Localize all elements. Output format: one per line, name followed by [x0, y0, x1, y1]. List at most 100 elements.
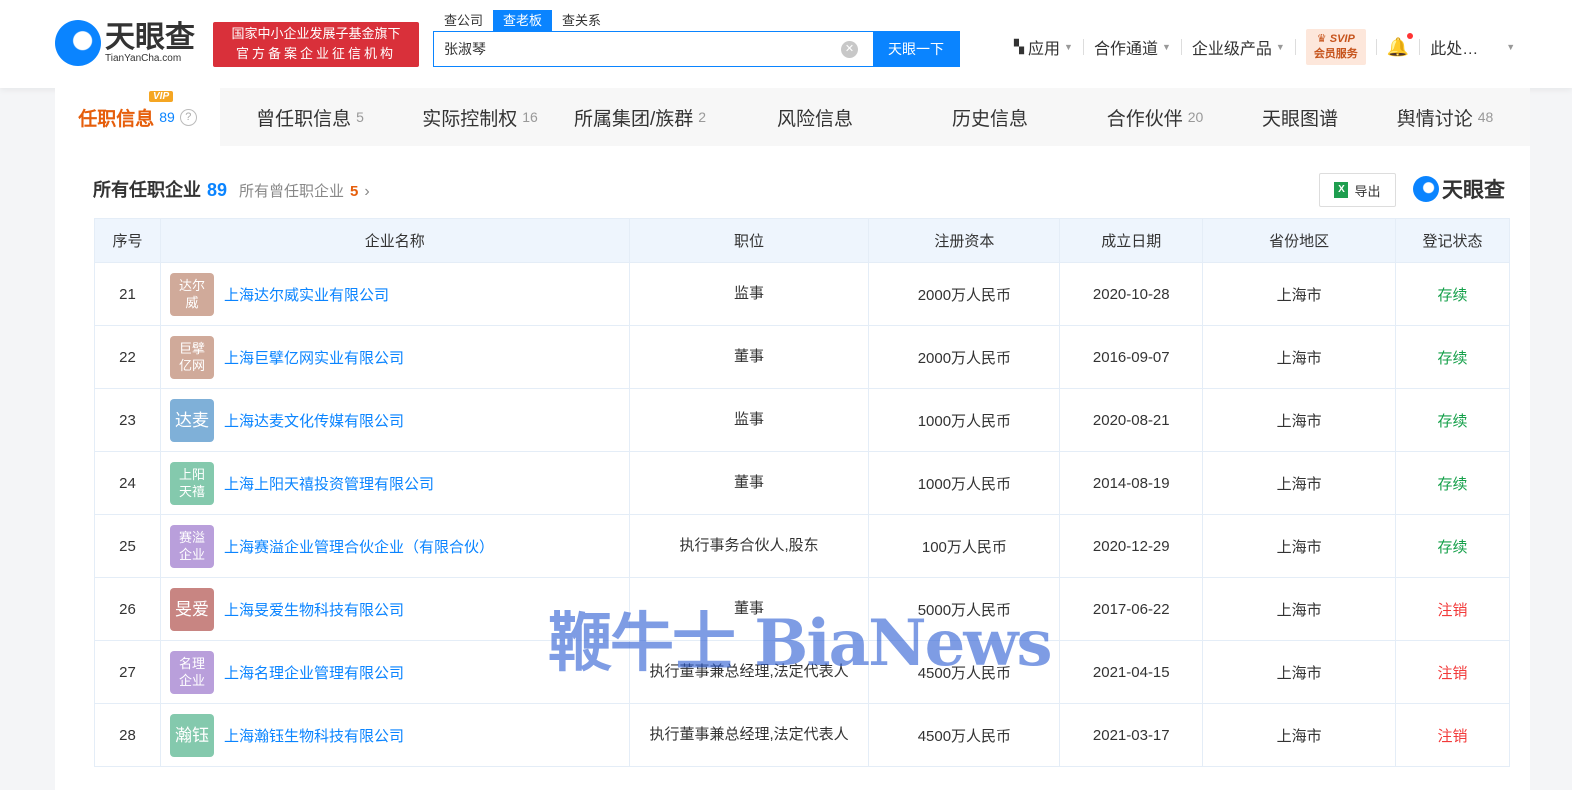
tab-group[interactable]: 所属集团/族群 2: [560, 88, 720, 146]
table-row: 21 达尔威上海达尔威实业有限公司 监事 2000万人民币 2020-10-28…: [94, 262, 1510, 326]
row-number: 25: [94, 514, 161, 578]
region: 上海市: [1202, 577, 1397, 641]
founding-date: 2016-09-07: [1059, 325, 1204, 389]
nav-partner[interactable]: 合作通道 ▼: [1094, 35, 1171, 59]
logo-icon: [1413, 176, 1439, 202]
position: 董事: [628, 451, 870, 515]
tab-label: 舆情讨论: [1396, 108, 1473, 130]
position: 执行董事兼总经理,法定代表人: [628, 640, 870, 704]
help-icon[interactable]: ?: [179, 108, 197, 126]
caret-down-icon: ▼: [1506, 42, 1516, 52]
content-card: 任职信息 89? VIP 曾任职信息 5 实际控制权 16 所属集团/族群 2 风险信息 …: [55, 88, 1530, 790]
registered-capital: 2000万人民币: [868, 262, 1061, 326]
tab-history[interactable]: 历史信息: [910, 88, 1070, 146]
company-link[interactable]: 上海达尔威实业有限公司: [224, 284, 389, 305]
status-badge: 存续: [1395, 451, 1510, 515]
tab-label: 实际控制权: [422, 108, 518, 130]
vip-badge: VIP: [149, 91, 174, 102]
company-cell: 瀚钰 上海瀚钰生物科技有限公司: [159, 703, 630, 767]
founding-date: 2020-12-29: [1059, 514, 1204, 578]
registered-capital: 4500万人民币: [868, 640, 1061, 704]
banner-line: 官方备案企业征信机构: [235, 46, 396, 61]
positions-table: 序号 企业名称 职位 注册资本 成立日期 省份地区 登记状态 21 达尔威上海达尔威实业有限…: [94, 218, 1510, 767]
search-tab-company[interactable]: 查公司: [434, 10, 493, 31]
table-row: 22 巨擘 亿网 上海巨擘亿网实业有限公司 董事 2000万人民币 2016-09-…: [94, 325, 1510, 389]
position: 董事: [628, 577, 870, 641]
former-link[interactable]: 所有曾任职企业: [239, 180, 344, 201]
company-logo: 达尔威: [169, 272, 214, 316]
grid-icon: ▚: [1014, 39, 1024, 54]
nav-label: 应用: [1028, 41, 1061, 58]
row-number: 22: [94, 325, 161, 389]
former-count[interactable]: 5: [350, 183, 358, 200]
table-row: 27 名理 企业 上海名理企业管理有限公司 执行董事兼总经理,法定代表人 4500万…: [94, 640, 1510, 704]
tab-label: 曾任职信息: [256, 108, 352, 130]
clear-icon[interactable]: ✕: [841, 41, 858, 58]
founding-date: 2020-08-21: [1059, 388, 1204, 452]
logo-text: 天眼查: [105, 20, 195, 54]
table-row: 23 达麦 上海达麦文化传媒有限公司 监事 1000万人民币 2020-08-21…: [94, 388, 1510, 452]
company-link[interactable]: 上海上阳天禧投资管理有限公司: [224, 473, 434, 494]
tab-former-positions[interactable]: 曾任职信息 5: [220, 88, 400, 146]
search-tab-boss[interactable]: 查老板: [493, 10, 553, 31]
official-banner: 国家中小企业发展子基金旗下 官方备案企业征信机构: [213, 22, 419, 67]
tab-count: 89: [159, 109, 175, 125]
export-label: 导出: [1354, 183, 1381, 199]
bell-icon[interactable]: 🔔: [1387, 32, 1414, 58]
row-number: 24: [94, 451, 161, 515]
company-cell: 巨擘 亿网 上海巨擘亿网实业有限公司: [159, 325, 630, 389]
section-title: 所有任职企业 89 所有曾任职企业 5 ›: [93, 176, 370, 202]
banner-line: 国家中小企业发展子基金旗下: [231, 26, 401, 41]
chevron-right-icon[interactable]: ›: [364, 183, 369, 201]
tab-count: 5: [356, 109, 364, 125]
region: 上海市: [1202, 703, 1397, 767]
table-row: 25 赛溢 企业 上海赛溢企业管理合伙企业（有限合伙） 执行事务合伙人,股东 100…: [94, 514, 1510, 578]
search-button[interactable]: 天眼一下: [873, 32, 959, 66]
tab-label: 任职信息: [78, 108, 155, 130]
company-logo: 巨擘 亿网: [169, 335, 214, 379]
tianyancha-logo[interactable]: 天眼查 TianYanCha.com: [55, 20, 195, 66]
company-logo: 名理 企业: [169, 650, 214, 694]
company-link[interactable]: 上海旻爱生物科技有限公司: [224, 599, 404, 620]
region: 上海市: [1202, 325, 1397, 389]
tab-count: 16: [522, 109, 538, 125]
company-link[interactable]: 上海达麦文化传媒有限公司: [224, 410, 404, 431]
company-link[interactable]: 上海巨擘亿网实业有限公司: [224, 347, 404, 368]
tab-discussion[interactable]: 舆情讨论 48: [1360, 88, 1530, 146]
tab-label: 历史信息: [951, 108, 1028, 130]
user-menu[interactable]: 此处… ▼: [1430, 35, 1515, 59]
tab-label: 所属集团/族群: [573, 108, 694, 130]
company-link[interactable]: 上海赛溢企业管理合伙企业（有限合伙）: [224, 536, 494, 557]
tab-partners[interactable]: 合作伙伴 20: [1070, 88, 1240, 146]
region: 上海市: [1202, 640, 1397, 704]
region: 上海市: [1202, 514, 1397, 578]
column-header: 企业名称: [159, 218, 630, 263]
company-logo: 瀚钰: [169, 713, 214, 757]
company-cell: 达尔威上海达尔威实业有限公司: [159, 262, 630, 326]
founding-date: 2021-04-15: [1059, 640, 1204, 704]
company-link[interactable]: 上海瀚钰生物科技有限公司: [224, 725, 404, 746]
status-badge: 注销: [1395, 703, 1510, 767]
status-badge: 存续: [1395, 262, 1510, 326]
nav-label: 合作通道: [1093, 41, 1158, 58]
tab-graph[interactable]: 天眼图谱: [1240, 88, 1360, 146]
nav-enterprise[interactable]: 企业级产品 ▼: [1192, 35, 1285, 59]
search-input[interactable]: [434, 32, 841, 66]
search-tab-relation[interactable]: 查关系: [552, 10, 611, 31]
company-link[interactable]: 上海名理企业管理有限公司: [224, 662, 404, 683]
company-logo: 上阳 天禧: [169, 461, 214, 505]
export-button[interactable]: X 导出: [1319, 173, 1396, 207]
company-cell: 旻爱 上海旻爱生物科技有限公司: [159, 577, 630, 641]
caret-down-icon: ▼: [1064, 42, 1073, 52]
nav-apps[interactable]: ▚ 应用 ▼: [1014, 35, 1073, 59]
tab-risk[interactable]: 风险信息: [720, 88, 910, 146]
search-box: ✕ 天眼一下: [433, 31, 960, 67]
status-badge: 注销: [1395, 577, 1510, 641]
table-row: 24 上阳 天禧 上海上阳天禧投资管理有限公司 董事 1000万人民币 2014-0…: [94, 451, 1510, 515]
tab-control[interactable]: 实际控制权 16: [400, 88, 560, 146]
table-row: 26 旻爱 上海旻爱生物科技有限公司 董事 5000万人民币 2017-06-22…: [94, 577, 1510, 641]
tab-current-positions[interactable]: 任职信息 89? VIP: [55, 88, 220, 146]
brand-logo: 天眼查: [1413, 174, 1505, 204]
tab-label: 天眼图谱: [1261, 108, 1338, 130]
svip-button[interactable]: ♛ SVIP 会员服务: [1305, 29, 1366, 65]
